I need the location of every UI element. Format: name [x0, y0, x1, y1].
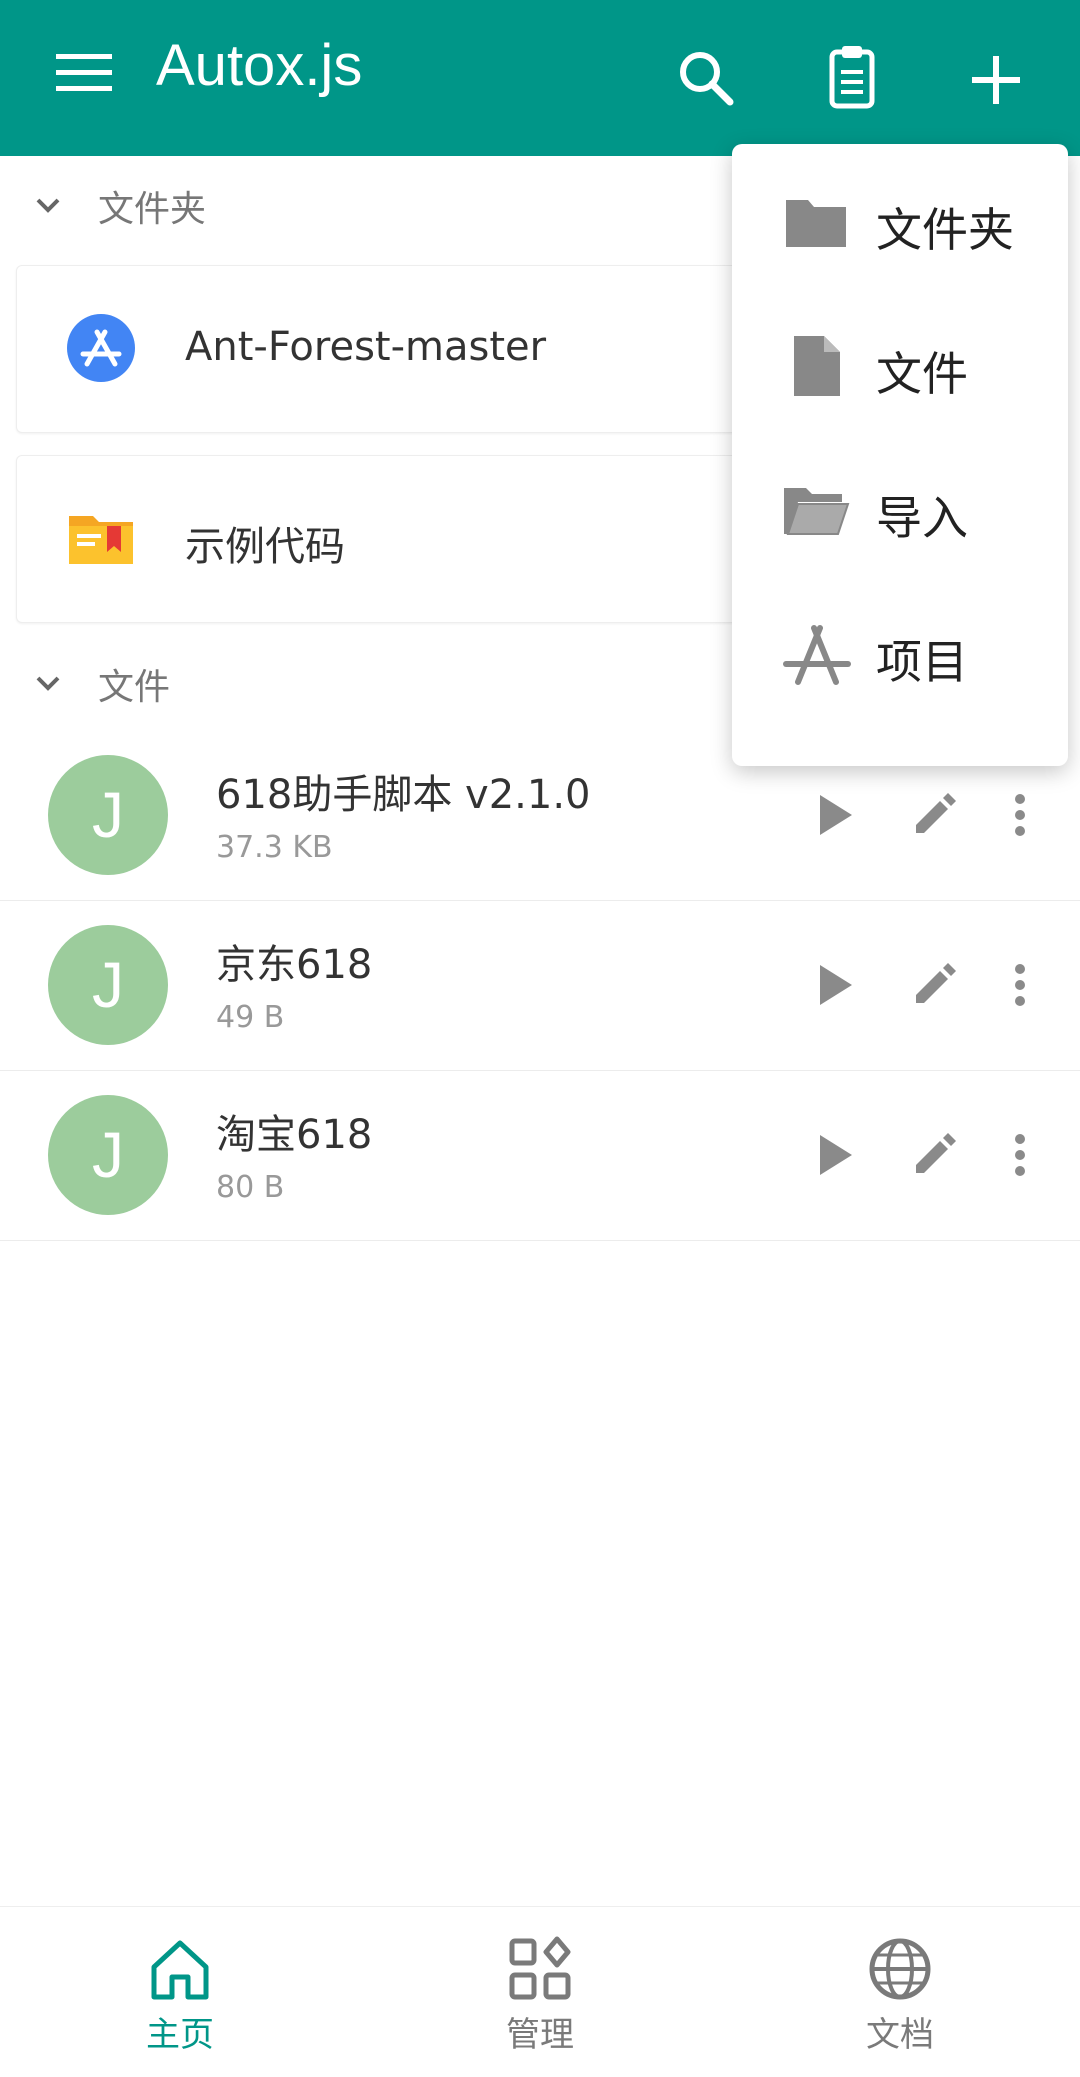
file-row[interactable]: J 淘宝618 80 B — [0, 1070, 1080, 1241]
home-icon — [146, 1935, 214, 2003]
file-row[interactable]: J 京东618 49 B — [0, 900, 1080, 1071]
folder-open-icon — [780, 474, 852, 546]
folder-name: Ant-Forest-master — [185, 324, 547, 370]
menu-item-file[interactable]: 文件 — [732, 288, 1068, 432]
project-icon — [780, 618, 852, 690]
menu-item-project[interactable]: 项目 — [732, 576, 1068, 720]
more-vert-icon[interactable] — [990, 1125, 1050, 1185]
avatar: J — [48, 925, 168, 1045]
clipboard-icon[interactable] — [808, 36, 896, 124]
menu-item-label: 文件 — [876, 347, 968, 401]
add-icon[interactable] — [952, 36, 1040, 124]
tab-label: 管理 — [506, 2015, 574, 2055]
add-popup-menu: 文件夹 文件 导入 项目 — [732, 144, 1068, 766]
section-label: 文件 — [98, 667, 171, 708]
app-bar: Autox.js — [0, 0, 1080, 156]
play-icon[interactable] — [804, 1125, 864, 1185]
file-name: 淘宝618 — [216, 1112, 373, 1158]
globe-icon — [866, 1935, 934, 2003]
app-title: Autox.js — [156, 33, 363, 98]
file-name: 京东618 — [216, 942, 373, 988]
folder-name: 示例代码 — [185, 524, 345, 570]
tab-home[interactable]: 主页 — [0, 1907, 360, 2077]
menu-item-label: 导入 — [876, 491, 968, 545]
more-vert-icon[interactable] — [990, 785, 1050, 845]
file-icon — [780, 330, 852, 402]
file-size: 80 B — [216, 1170, 285, 1205]
menu-item-import[interactable]: 导入 — [732, 432, 1068, 576]
edit-icon[interactable] — [904, 955, 964, 1015]
play-icon[interactable] — [804, 955, 864, 1015]
edit-icon[interactable] — [904, 785, 964, 845]
menu-icon[interactable] — [40, 40, 128, 100]
folder-bookmark-icon — [65, 502, 137, 574]
tab-docs[interactable]: 文档 — [720, 1907, 1080, 2077]
chevron-down-icon — [30, 188, 66, 224]
search-icon[interactable] — [662, 36, 750, 124]
app-store-icon — [65, 312, 137, 384]
tab-label: 文档 — [866, 2015, 934, 2055]
chevron-down-icon — [30, 666, 66, 702]
file-name: 618助手脚本 v2.1.0 — [216, 772, 591, 818]
avatar: J — [48, 755, 168, 875]
section-label: 文件夹 — [98, 189, 207, 230]
file-size: 37.3 KB — [216, 830, 333, 865]
menu-item-label: 项目 — [876, 635, 968, 689]
folder-icon — [780, 186, 852, 258]
grid-icon — [506, 1935, 574, 2003]
edit-icon[interactable] — [904, 1125, 964, 1185]
file-size: 49 B — [216, 1000, 285, 1035]
bottom-nav: 主页 管理 文档 — [0, 1906, 1080, 2077]
more-vert-icon[interactable] — [990, 955, 1050, 1015]
tab-label: 主页 — [146, 2015, 214, 2055]
menu-item-folder[interactable]: 文件夹 — [732, 144, 1068, 288]
menu-item-label: 文件夹 — [876, 203, 1014, 257]
tab-manage[interactable]: 管理 — [360, 1907, 720, 2077]
play-icon[interactable] — [804, 785, 864, 845]
avatar: J — [48, 1095, 168, 1215]
